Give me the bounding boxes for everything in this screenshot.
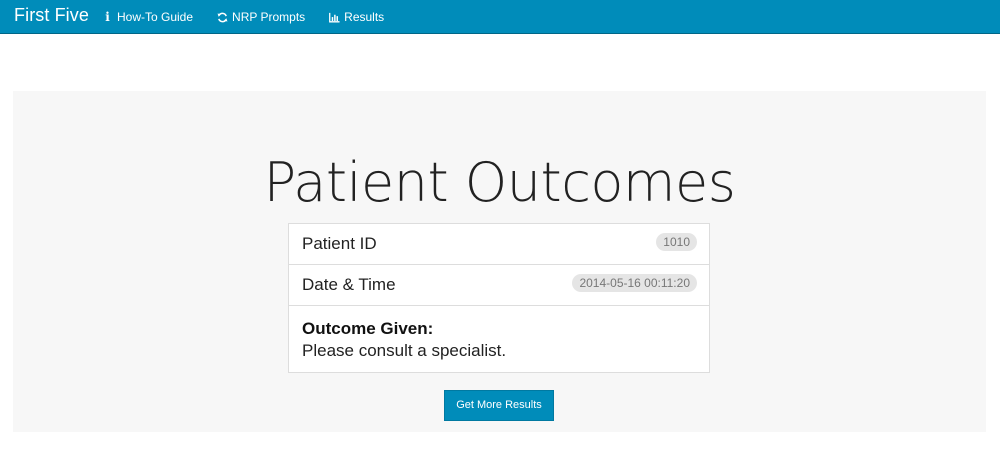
nav-results[interactable]: Results — [329, 10, 384, 24]
outcome-heading: Outcome Given: — [302, 319, 434, 338]
outcome-row: Outcome Given: Please consult a speciali… — [289, 306, 709, 372]
page-title: Patient Outcomes — [263, 151, 736, 214]
outcome-list: Patient ID 1010 Date & Time 2014-05-16 0… — [288, 223, 710, 373]
datetime-row: Date & Time 2014-05-16 00:11:20 — [289, 265, 709, 306]
info-icon: i — [105, 9, 110, 24]
patient-id-row: Patient ID 1010 — [289, 224, 709, 265]
refresh-icon — [217, 12, 228, 23]
datetime-label: Date & Time — [302, 275, 396, 294]
outcomes-panel: Patient Outcomes Patient ID 1010 Date & … — [13, 91, 986, 432]
patient-id-badge: 1010 — [656, 233, 697, 251]
bar-chart-icon — [329, 12, 340, 23]
brand-link[interactable]: First Five — [14, 5, 89, 26]
top-navbar: First Five i How-To Guide NRP Prompts Re… — [0, 0, 1000, 34]
nav-how-to-guide[interactable]: i How-To Guide — [102, 10, 193, 24]
nav-nrp-prompts[interactable]: NRP Prompts — [217, 10, 305, 24]
patient-id-label: Patient ID — [302, 234, 377, 253]
get-more-results-button[interactable]: Get More Results — [444, 390, 554, 421]
nav-links: i How-To Guide NRP Prompts Results — [102, 0, 408, 34]
nav-how-to-guide-label: How-To Guide — [117, 10, 194, 24]
nav-results-label: Results — [344, 10, 385, 24]
datetime-badge: 2014-05-16 00:11:20 — [572, 274, 697, 292]
outcome-text: Please consult a specialist. — [302, 341, 507, 360]
nav-nrp-prompts-label: NRP Prompts — [232, 10, 306, 24]
